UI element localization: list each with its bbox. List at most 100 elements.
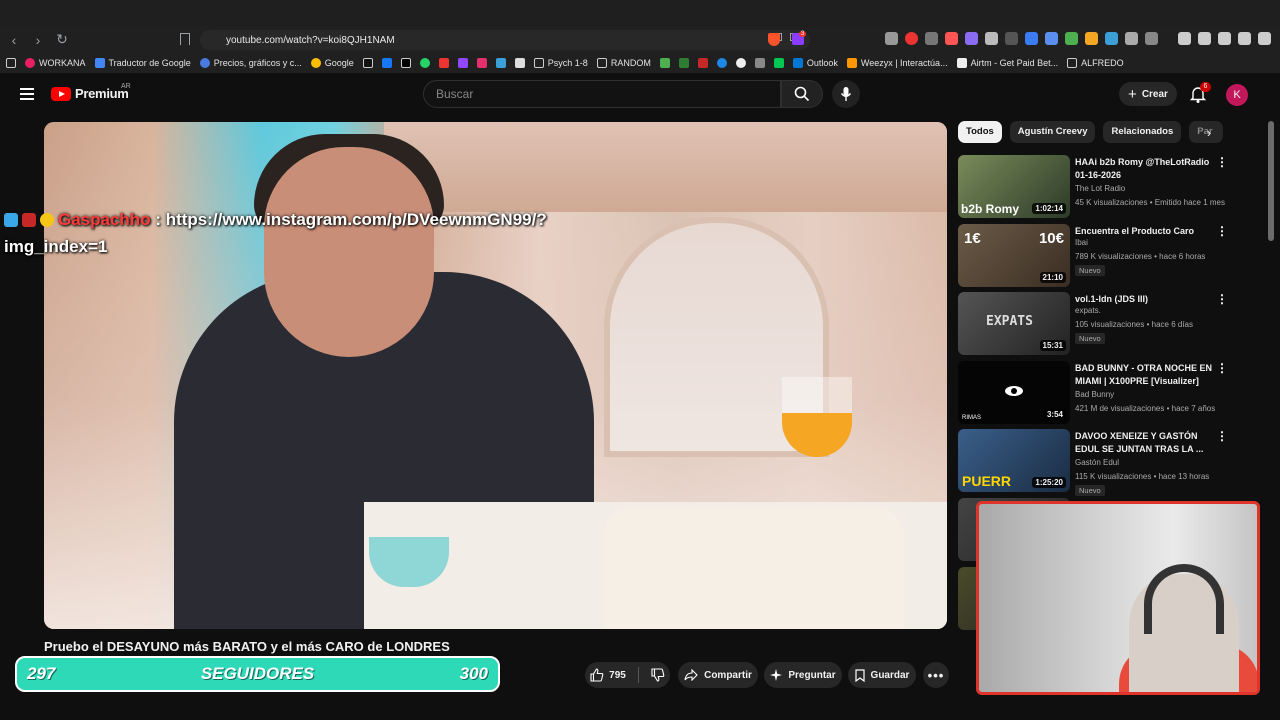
recommendation-channel[interactable]: Ibai — [1075, 238, 1088, 247]
bookmark-star-icon[interactable] — [180, 33, 190, 45]
extension-icon[interactable] — [1005, 32, 1018, 45]
bookmark-item[interactable]: WORKANA — [25, 58, 86, 68]
reload-icon[interactable]: ↻ — [52, 30, 72, 50]
ask-button[interactable]: Preguntar — [764, 662, 842, 688]
search-button[interactable] — [781, 80, 823, 108]
vpn-icon[interactable] — [1238, 32, 1251, 45]
more-vertical-icon[interactable]: ⋮ — [1216, 430, 1228, 442]
recommendation-thumbnail[interactable]: 1€ 10€ 21:10 — [958, 223, 1070, 287]
bookmark-icon[interactable] — [773, 58, 784, 68]
bookmark-folder[interactable]: Psych 1-8 — [533, 58, 588, 68]
instagram-icon[interactable] — [476, 58, 487, 68]
extensions-puzzle-icon[interactable] — [1125, 32, 1138, 45]
bookmark-icon[interactable] — [495, 58, 506, 68]
extension-icon[interactable] — [905, 32, 918, 45]
bookmark-item[interactable]: Airtm - Get Paid Bet... — [956, 58, 1058, 68]
bookmark-icon[interactable] — [659, 58, 670, 68]
more-vertical-icon[interactable]: ⋮ — [1216, 156, 1228, 168]
sidebar-icon[interactable] — [1198, 32, 1211, 45]
bookmark-icon[interactable] — [514, 58, 525, 68]
save-button[interactable]: Guardar — [848, 662, 916, 688]
recommendation-title[interactable]: BAD BUNNY - OTRA NOCHE EN MIAMI | X100PR… — [1075, 362, 1215, 388]
video-player[interactable] — [44, 122, 947, 629]
recommendation-channel[interactable]: The Lot Radio — [1075, 184, 1125, 193]
extension-icon[interactable] — [1085, 32, 1098, 45]
facebook-icon[interactable] — [381, 58, 392, 68]
recommendation-title[interactable]: Encuentra el Producto Caro — [1075, 225, 1215, 238]
recommendation-thumbnail[interactable]: EXPATS 15:31 — [958, 292, 1070, 356]
recommendation-title[interactable]: DAVOO XENEIZE Y GASTÓN EDUL SE JUNTAN TR… — [1075, 430, 1215, 456]
extension-icon[interactable] — [1145, 32, 1158, 45]
tiktok-icon[interactable] — [362, 58, 373, 68]
bookmark-icon[interactable] — [678, 58, 689, 68]
extension-icon[interactable] — [945, 32, 958, 45]
address-bar[interactable]: youtube.com/watch?v=koi8QJH1NAM — [200, 30, 810, 50]
url-text: youtube.com/watch?v=koi8QJH1NAM — [226, 34, 395, 46]
bookmark-item[interactable]: Precios, gráficos y c... — [199, 58, 302, 68]
recommendation-channel[interactable]: Bad Bunny — [1075, 390, 1114, 399]
recommendation-channel[interactable]: expats. — [1075, 306, 1101, 315]
bookmark-icon[interactable] — [735, 58, 746, 68]
chip-channel[interactable]: Agustín Creevy — [1009, 121, 1096, 143]
hamburger-menu-icon[interactable] — [20, 88, 34, 100]
headset-icon — [1144, 564, 1224, 634]
extension-icon[interactable] — [985, 32, 998, 45]
x-icon[interactable] — [400, 58, 411, 68]
chips-next-chevron-icon[interactable]: › — [1200, 124, 1218, 142]
bookmark-folder[interactable]: ALFREDO — [1067, 58, 1124, 68]
more-vertical-icon[interactable]: ⋮ — [1216, 225, 1228, 237]
sidebar-scrollbar[interactable] — [1268, 121, 1274, 241]
shield-icon[interactable] — [1258, 32, 1271, 45]
like-dislike-group: 795 — [585, 662, 670, 688]
like-button[interactable]: 795 — [590, 668, 626, 682]
twitch-icon[interactable] — [457, 58, 468, 68]
recommendation-channel[interactable]: Gastón Edul — [1075, 458, 1119, 467]
wallet-icon[interactable] — [1218, 32, 1231, 45]
bookmark-item[interactable]: Weezyx | Interactúa... — [846, 58, 948, 68]
more-vertical-icon[interactable]: ⋮ — [1216, 362, 1228, 374]
bookmark-item[interactable]: Google — [310, 58, 354, 68]
recommendation-thumbnail[interactable]: PUERR 1:25:20 — [958, 429, 1070, 493]
search-input[interactable] — [423, 80, 781, 108]
recommendation-thumbnail[interactable]: b2b Romy 1:02:14 — [958, 155, 1070, 218]
recommendation-item[interactable]: PUERR 1:25:20 DAVOO XENEIZE Y GASTÓN EDU… — [958, 429, 1230, 497]
extension-icon[interactable] — [1065, 32, 1078, 45]
extension-icon[interactable] — [965, 32, 978, 45]
voice-search-button[interactable] — [832, 80, 860, 108]
extension-icon[interactable] — [885, 32, 898, 45]
create-button[interactable]: + Crear — [1119, 82, 1177, 106]
back-icon[interactable]: ‹ — [4, 30, 24, 50]
bookmark-icon[interactable] — [716, 58, 727, 68]
share-button[interactable]: Compartir — [678, 662, 758, 688]
media-icon[interactable] — [1178, 32, 1191, 45]
extension-icon[interactable] — [925, 32, 938, 45]
brave-shield-icon[interactable] — [768, 33, 780, 46]
bookmark-icon[interactable] — [438, 58, 449, 68]
whatsapp-icon[interactable] — [419, 58, 430, 68]
more-actions-button[interactable]: ••• — [923, 662, 949, 688]
dislike-button[interactable] — [651, 668, 665, 682]
recommendation-title[interactable]: HAAi b2b Romy @TheLotRadio 01-16-2026 — [1075, 156, 1215, 182]
forward-icon[interactable]: › — [28, 30, 48, 50]
account-avatar[interactable]: K — [1226, 84, 1248, 106]
extension-icon[interactable] — [1105, 32, 1118, 45]
bookmark-icon[interactable] — [697, 58, 708, 68]
extension-icon[interactable] — [1025, 32, 1038, 45]
bookmark-folder[interactable]: RANDOM — [596, 58, 651, 68]
chip-related[interactable]: Relacionados — [1103, 121, 1182, 143]
recommendation-item[interactable]: EXPATS 15:31 vol.1-ldn (JDS III) expats.… — [958, 292, 1230, 360]
recommendation-item[interactable]: b2b Romy 1:02:14 HAAi b2b Romy @TheLotRa… — [958, 155, 1230, 223]
youtube-logo[interactable]: Premium — [51, 86, 129, 101]
more-vertical-icon[interactable]: ⋮ — [1216, 293, 1228, 305]
bookmark-item[interactable]: Outlook — [792, 58, 838, 68]
bookmark-item[interactable]: Traductor de Google — [94, 58, 191, 68]
recommendation-title[interactable]: vol.1-ldn (JDS III) — [1075, 293, 1215, 306]
recommendation-item[interactable]: 1€ 10€ 21:10 Encuentra el Producto Caro … — [958, 223, 1230, 292]
recommendation-item[interactable]: RIMAS 3:54 BAD BUNNY - OTRA NOCHE EN MIA… — [958, 360, 1230, 429]
bookmark-icon[interactable] — [754, 58, 765, 68]
recommendation-thumbnail[interactable]: RIMAS 3:54 — [958, 360, 1070, 424]
extension-icon[interactable] — [1045, 32, 1058, 45]
chip-all[interactable]: Todos — [958, 121, 1002, 143]
youtube-play-icon — [51, 86, 71, 101]
apps-grid-icon[interactable] — [6, 58, 16, 68]
